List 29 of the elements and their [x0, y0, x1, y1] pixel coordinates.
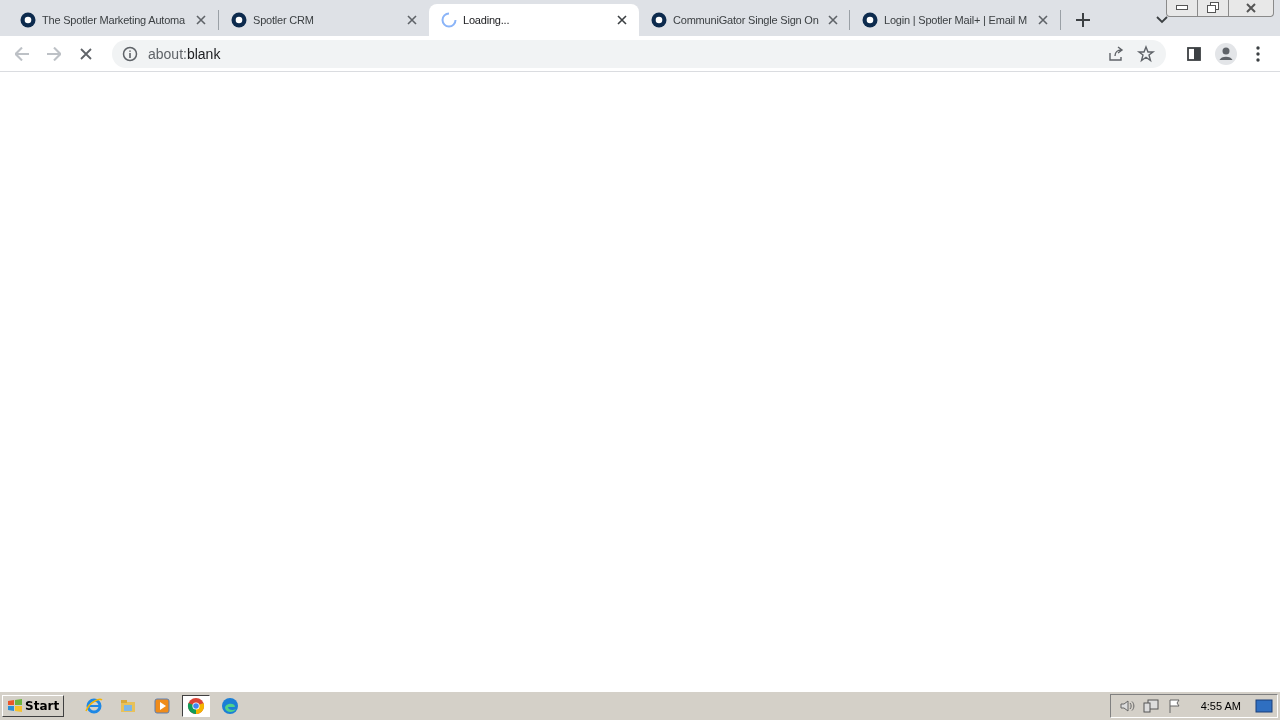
star-icon[interactable]: [1136, 43, 1156, 64]
ring-logo-icon: [231, 12, 247, 28]
close-button[interactable]: [1229, 0, 1274, 17]
browser-tab[interactable]: Login | Spotler Mail+ | Email M: [850, 4, 1060, 36]
minimize-button[interactable]: [1166, 0, 1198, 17]
close-icon: [1245, 2, 1257, 14]
ring-logo-icon: [20, 12, 36, 28]
restore-icon: [1207, 2, 1219, 14]
ring-logo-icon: [862, 12, 878, 28]
ring-logo-icon: [651, 12, 667, 28]
network-icon[interactable]: [1142, 698, 1159, 714]
browser-tab[interactable]: Spotler CRM: [219, 4, 429, 36]
clock-text: 4:55 AM: [1200, 700, 1241, 712]
browser-tab[interactable]: The Spotler Marketing Automa: [8, 4, 218, 36]
browser-tab[interactable]: Loading...: [429, 4, 639, 36]
restore-button[interactable]: [1198, 0, 1229, 17]
flag-icon[interactable]: [1166, 698, 1183, 714]
loading-spinner-icon: [441, 12, 457, 28]
browser-tab[interactable]: CommuniGator Single Sign On: [639, 4, 849, 36]
speaker-icon[interactable]: [1118, 698, 1135, 714]
address-bar[interactable]: about:blank: [112, 39, 1166, 68]
desktop-icon[interactable]: [1255, 698, 1273, 714]
start-button[interactable]: Start: [2, 695, 65, 717]
info-icon[interactable]: [122, 45, 138, 62]
browser-icon[interactable]: [182, 695, 211, 717]
url-text: about:blank: [148, 45, 221, 62]
windows-logo-icon: [7, 698, 23, 714]
stop-icon[interactable]: [80, 47, 92, 60]
minimize-icon: [1176, 5, 1188, 11]
